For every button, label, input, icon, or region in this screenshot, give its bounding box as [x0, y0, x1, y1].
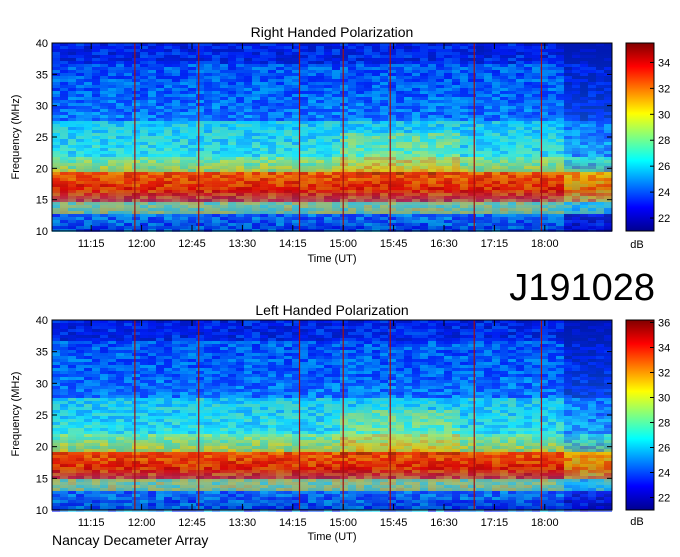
colorbar-unit: dB — [630, 516, 643, 528]
x-tick-label: 12:00 — [128, 517, 156, 529]
y-tick-label: 25 — [36, 132, 48, 144]
panel-left-polarization: Left Handed Polarization 10 15 20 25 30 35 40 1… — [10, 302, 670, 543]
x-tick-label: 16:30 — [430, 238, 458, 250]
colorbar-tick-label: 32 — [658, 368, 670, 380]
colorbar-tick-label: 24 — [658, 187, 670, 199]
colorbar-tick-label: 24 — [658, 468, 670, 480]
x-tick-label: 12:45 — [178, 517, 206, 529]
colorbar-tick-label: 34 — [658, 343, 670, 355]
colorbar-tick-label: 26 — [658, 161, 670, 173]
y-tick-label: 20 — [36, 163, 48, 175]
observation-id: J191028 — [509, 267, 655, 309]
colorbar-tick-label: 22 — [658, 213, 670, 225]
colorbar-right-polarization: 22 24 26 28 30 32 34 — [626, 43, 670, 231]
colorbar-tick-label: 32 — [658, 83, 670, 95]
y-tick-label: 30 — [36, 101, 48, 113]
heatmap-left-polarization — [52, 320, 612, 512]
colorbar-scale — [626, 43, 654, 231]
x-tick-label: 16:30 — [430, 517, 458, 529]
heatmap-right-polarization — [52, 43, 612, 232]
panel-title: Left Handed Polarization — [255, 302, 408, 318]
colorbar-tick-label: 28 — [658, 418, 670, 430]
y-tick-label: 15 — [36, 473, 48, 485]
panel-title: Right Handed Polarization — [251, 24, 414, 40]
y-tick-label: 15 — [36, 195, 48, 207]
y-axis-label: Frequency (MHz) — [10, 372, 22, 457]
x-tick-label: 18:00 — [531, 517, 559, 529]
y-tick-label: 40 — [36, 315, 48, 327]
spectrogram-figure: Right Handed Polarization 10 15 20 25 30 35 40… — [0, 0, 680, 552]
x-axis-label: Time (UT) — [307, 253, 356, 265]
x-tick-label: 14:15 — [279, 517, 307, 529]
x-tick-label: 15:00 — [329, 238, 357, 250]
y-axis-label: Frequency (MHz) — [10, 95, 22, 180]
x-axis-label: Time (UT) — [307, 531, 356, 543]
colorbar-tick-label: 30 — [658, 109, 670, 121]
y-tick-label: 35 — [36, 347, 48, 359]
colorbar-left-polarization: 22 24 26 28 30 32 34 36 — [626, 318, 670, 511]
x-tick-label: 15:00 — [329, 517, 357, 529]
y-tick-label: 40 — [36, 38, 48, 50]
panel-right-polarization: Right Handed Polarization 10 15 20 25 30 35 40… — [10, 24, 670, 265]
y-tick-label: 10 — [36, 505, 48, 517]
x-tick-label: 15:45 — [380, 517, 408, 529]
y-tick-label: 35 — [36, 69, 48, 81]
x-tick-label: 15:45 — [380, 238, 408, 250]
y-tick-label: 30 — [36, 378, 48, 390]
x-tick-label: 14:15 — [279, 238, 307, 250]
colorbar-tick-label: 28 — [658, 135, 670, 147]
x-tick-label: 13:30 — [229, 517, 257, 529]
x-tick-label: 17:15 — [481, 238, 509, 250]
colorbar-tick-label: 22 — [658, 493, 670, 505]
x-tick-label: 18:00 — [531, 238, 559, 250]
y-tick-label: 25 — [36, 410, 48, 422]
y-tick-label: 20 — [36, 442, 48, 454]
x-tick-label: 13:30 — [229, 238, 257, 250]
colorbar-scale — [626, 320, 654, 510]
colorbar-tick-label: 34 — [658, 57, 670, 69]
footer-label: Nancay Decameter Array — [52, 532, 208, 548]
colorbar-tick-label: 30 — [658, 393, 670, 405]
colorbar-tick-label: 26 — [658, 443, 670, 455]
colorbar-unit: dB — [630, 239, 643, 251]
x-tick-label: 12:00 — [128, 238, 156, 250]
x-tick-label: 11:15 — [78, 517, 105, 529]
x-tick-label: 17:15 — [481, 517, 509, 529]
colorbar-tick-label: 36 — [658, 318, 670, 330]
x-tick-label: 12:45 — [178, 238, 206, 250]
x-tick-label: 11:15 — [78, 238, 105, 250]
y-tick-label: 10 — [36, 226, 48, 238]
